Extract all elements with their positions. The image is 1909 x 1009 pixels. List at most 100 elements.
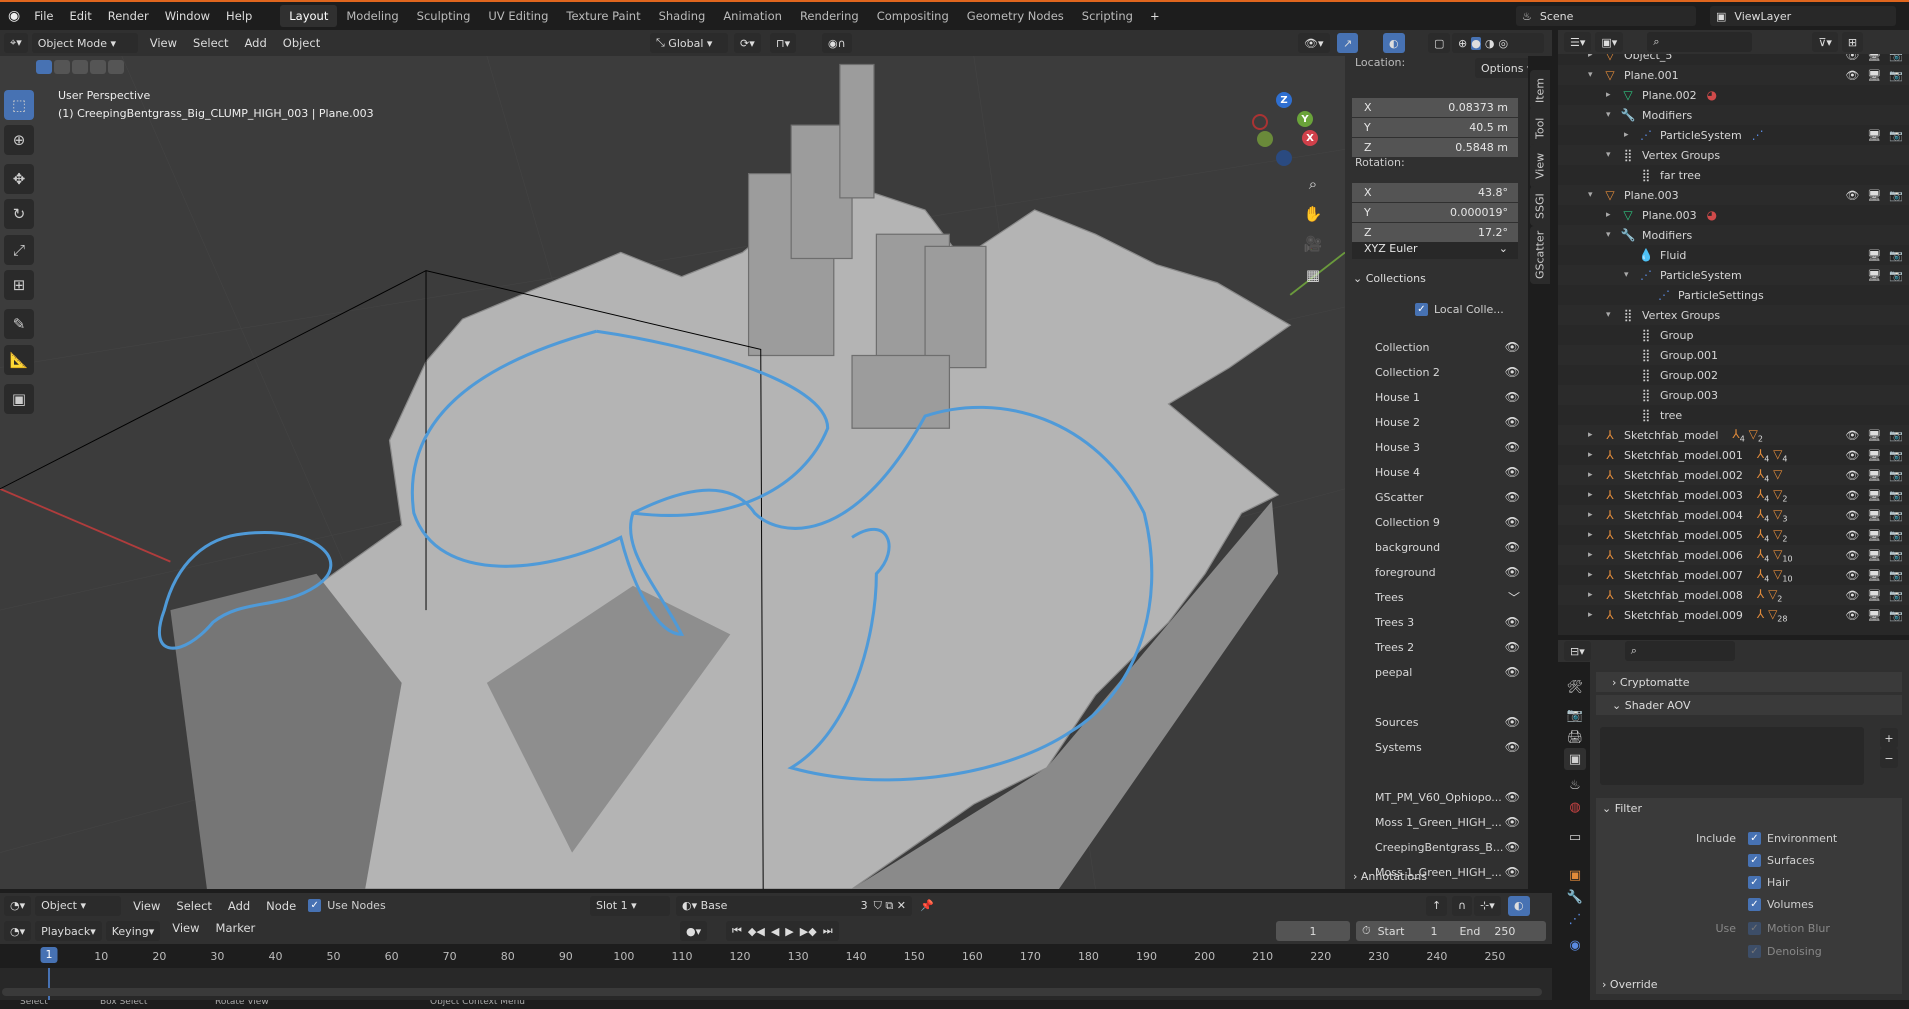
next-keyframe-icon[interactable]: ▶◆ <box>800 925 817 938</box>
eye-icon[interactable]: 👁 <box>1845 469 1859 482</box>
select-subtract-icon[interactable] <box>72 60 88 74</box>
local-collections-checkbox[interactable]: ✓ Local Colle... <box>1415 303 1504 316</box>
overlay-toggle[interactable]: ◐ <box>1383 33 1405 53</box>
eye-icon[interactable]: 👁 <box>1505 415 1520 429</box>
menu-object[interactable]: Object <box>275 36 328 50</box>
collection-item[interactable]: MT_PM_V60_Ophiopo... 👁 <box>1375 786 1520 808</box>
xray-toggle[interactable]: ▢ <box>1428 33 1451 53</box>
shader-type-dropdown[interactable]: Object ▾ <box>35 895 122 916</box>
camera-icon[interactable]: 📷 <box>1889 549 1903 562</box>
timeline-ruler[interactable]: 1 10 20 30 40 50 60 70 80 90 100 110 120 130 140 150 160… <box>0 944 1552 968</box>
start-frame[interactable]: 1 <box>1430 925 1437 938</box>
snap-button[interactable]: ∩ <box>1452 895 1473 916</box>
monitor-icon[interactable]: 🖥 <box>1867 509 1881 522</box>
eye-icon[interactable]: 👁 <box>1505 865 1520 879</box>
view-layer-mode-dropdown[interactable]: ▣▾ <box>1595 32 1624 52</box>
collection-item[interactable]: Trees 3 👁 <box>1375 611 1520 633</box>
frame-range[interactable]: ⏱ Start 1 End 250 <box>1356 921 1546 941</box>
pan-hand-icon[interactable]: ✋ <box>1300 201 1326 227</box>
collection-item[interactable]: House 4 👁 <box>1375 461 1520 483</box>
eye-icon[interactable]: 👁 <box>1505 815 1520 829</box>
filter-panel[interactable]: ⌄ Filter <box>1596 798 1902 818</box>
pin-icon[interactable]: 📌 <box>920 899 934 912</box>
gizmo-y-axis[interactable]: Y <box>1297 111 1313 127</box>
outliner-row[interactable]: ▾ 🔧 Modifiers <box>1558 105 1909 125</box>
timeline-scrollbar[interactable] <box>2 988 1542 996</box>
monitor-icon[interactable]: 🖥 <box>1867 69 1881 82</box>
outliner-row[interactable]: ▸ ⋰ ParticleSystem ⋰ 🖥 📷 <box>1558 125 1909 145</box>
eye-icon[interactable]: 👁 <box>1845 569 1859 582</box>
menu-add[interactable]: Add <box>220 899 258 913</box>
outliner-row[interactable]: ▸ ⅄ Sketchfab_model.001 ⅄4 ▽4 👁 🖥 📷 <box>1558 445 1909 465</box>
proportional-edit-toggle[interactable]: ◉∩ <box>822 33 852 53</box>
eye-icon[interactable]: 👁 <box>1845 429 1859 442</box>
monitor-icon[interactable]: 🖥 <box>1867 429 1881 442</box>
tab-modeling[interactable]: Modeling <box>337 5 407 27</box>
outliner-row[interactable]: ⋰ ParticleSettings <box>1558 285 1909 305</box>
physics-tab-icon[interactable]: ◉ <box>1564 934 1586 956</box>
select-intersect-icon[interactable] <box>108 60 124 74</box>
collection-item[interactable]: Trees ﹀ <box>1375 586 1520 608</box>
eye-icon[interactable]: 👁 <box>1845 189 1859 202</box>
collection-item[interactable]: peepal 👁 <box>1375 661 1520 683</box>
expand-toggle-icon[interactable]: ▸ <box>1606 210 1620 220</box>
eye-icon[interactable]: 👁 <box>1845 489 1859 502</box>
tab-sculpting[interactable]: Sculpting <box>408 5 480 27</box>
jump-end-icon[interactable]: ⏭ <box>823 924 833 938</box>
eye-icon[interactable]: 👁 <box>1505 565 1520 579</box>
include-hair-checkbox[interactable]: ✓ Hair <box>1748 876 1790 889</box>
menu-playback[interactable]: Playback ▾ <box>35 921 102 941</box>
menu-node[interactable]: Node <box>258 899 304 913</box>
monitor-icon[interactable]: 🖥 <box>1867 609 1881 622</box>
expand-toggle-icon[interactable]: ▸ <box>1588 610 1602 620</box>
display-mode-dropdown[interactable]: ☰▾ <box>1564 32 1592 52</box>
expand-toggle-icon[interactable]: ▸ <box>1588 430 1602 440</box>
eye-icon[interactable]: 👁 <box>1845 529 1859 542</box>
camera-view-icon[interactable]: 🎥 <box>1300 231 1326 257</box>
collections-header[interactable]: ⌄ Collections <box>1353 272 1426 285</box>
output-tab-icon[interactable]: 🖨 <box>1564 726 1586 748</box>
expand-toggle-icon[interactable]: ▾ <box>1588 70 1602 80</box>
properties-search-input[interactable]: ⌕ <box>1624 641 1735 661</box>
camera-icon[interactable]: 📷 <box>1889 449 1903 462</box>
outliner-row[interactable]: ⣿ Group.003 <box>1558 385 1909 405</box>
editor-type-button[interactable]: ⊟▾ <box>1564 641 1591 661</box>
tool-tab-icon[interactable]: 🛠 <box>1564 676 1586 698</box>
eye-icon[interactable]: 👁 <box>1505 665 1520 679</box>
play-reverse-icon[interactable]: ◀ <box>771 925 779 938</box>
gizmo-toggle[interactable]: ↗ <box>1337 33 1359 53</box>
snap-element-dropdown[interactable]: ⊹▾ <box>1474 895 1501 916</box>
slot-dropdown[interactable]: Slot 1 ▾ <box>590 895 670 916</box>
shading-modes[interactable]: ⊕ ● ◑ ◎ <box>1452 33 1544 53</box>
material-icon[interactable]: ◕ <box>1707 208 1717 222</box>
outliner-row[interactable]: 💧 Fluid 🖥 📷 <box>1558 245 1909 265</box>
particle-settings-icon[interactable]: ⋰ <box>1752 128 1764 142</box>
world-tab-icon[interactable]: ◍ <box>1564 796 1586 818</box>
outliner-row[interactable]: ▸ ⅄ Sketchfab_model.005 ⅄4 ▽2 👁 🖥 📷 <box>1558 525 1909 545</box>
expand-toggle-icon[interactable]: ▸ <box>1588 470 1602 480</box>
menu-view[interactable]: View <box>164 921 207 941</box>
monitor-icon[interactable]: 🖥 <box>1867 469 1881 482</box>
outliner-row[interactable]: ▸ ⅄ Sketchfab_model ⅄4 ▽2 👁 🖥 📷 <box>1558 425 1909 445</box>
outliner-row[interactable]: ▸ ▽ Plane.002 ◕ <box>1558 85 1909 105</box>
eye-icon[interactable]: 👁 <box>1505 365 1520 379</box>
monitor-icon[interactable]: 🖥 <box>1867 489 1881 502</box>
camera-icon[interactable]: 📷 <box>1889 129 1903 142</box>
outliner-row[interactable]: ▸ ⅄ Sketchfab_model.007 ⅄4 ▽10 👁 🖥 📷 <box>1558 565 1909 585</box>
object-tab-icon[interactable]: ▣ <box>1564 864 1586 886</box>
collection-item[interactable]: House 1 👁 <box>1375 386 1520 408</box>
monitor-icon[interactable]: 🖥 <box>1867 189 1881 202</box>
collection-item[interactable]: Sources 👁 <box>1375 711 1520 733</box>
outliner-row[interactable]: ▸ ▽ Plane.003 ◕ <box>1558 205 1909 225</box>
rotation-y-field[interactable]: Y 0.000019° <box>1352 203 1518 222</box>
collection-item[interactable]: foreground 👁 <box>1375 561 1520 583</box>
rendered-icon[interactable]: ◎ <box>1498 37 1508 50</box>
rotation-x-field[interactable]: X 43.8° <box>1352 183 1518 202</box>
expand-toggle-icon[interactable]: ▾ <box>1624 270 1638 280</box>
annotate-tool[interactable]: ✎ <box>4 309 34 339</box>
prev-keyframe-icon[interactable]: ◆◀ <box>748 925 765 938</box>
monitor-icon[interactable]: 🖥 <box>1867 449 1881 462</box>
camera-icon[interactable]: 📷 <box>1889 489 1903 502</box>
collection-tab-icon[interactable]: ▭ <box>1564 826 1586 848</box>
playback-controls[interactable]: ⏮ ◆◀ ◀ ▶ ▶◆ ⏭ <box>726 921 839 941</box>
